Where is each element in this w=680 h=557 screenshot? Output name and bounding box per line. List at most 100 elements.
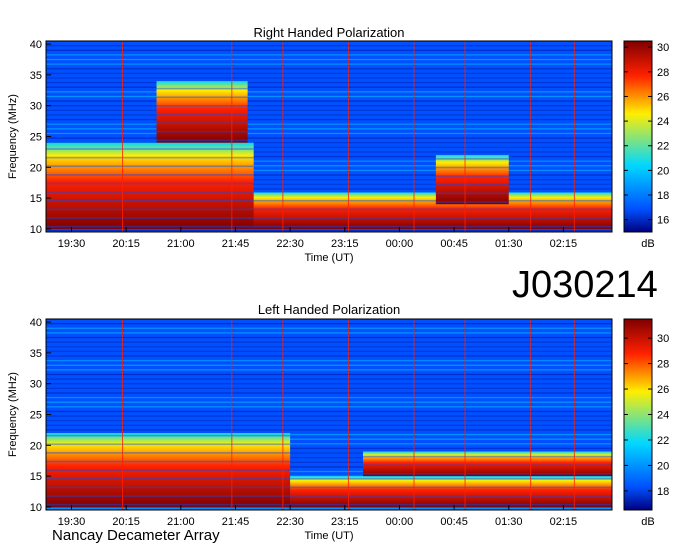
spectral-striation — [46, 392, 612, 394]
spectral-striation — [46, 118, 612, 121]
colorbar — [623, 318, 653, 511]
emission-gap — [46, 469, 291, 471]
emission-gap — [46, 477, 291, 480]
x-tick-label: 02:15 — [550, 516, 578, 528]
emission-gap — [435, 192, 509, 195]
emission-gap — [46, 495, 291, 497]
x-tick-label: 01:30 — [495, 516, 523, 528]
x-tick-label: 22:30 — [276, 238, 304, 250]
colorbar-tick-label: 26 — [657, 384, 669, 396]
spectral-striation — [46, 373, 612, 376]
spectral-striation — [46, 123, 612, 125]
spectral-striation — [46, 327, 612, 329]
spectral-striation — [46, 401, 612, 403]
y-tick-label: 20 — [30, 162, 42, 174]
emission-gap — [46, 191, 254, 193]
spectral-striation — [46, 109, 612, 111]
emission-gap — [290, 495, 612, 497]
emission-gap — [435, 166, 509, 169]
y-tick-label: 25 — [30, 132, 42, 144]
y-tick-label: 10 — [30, 224, 42, 236]
emission-gap — [46, 225, 254, 228]
emission-gap — [46, 443, 291, 446]
colorbar-tick-label: 22 — [657, 141, 669, 153]
x-tick-label: 00:00 — [386, 516, 414, 528]
emission-gap — [253, 225, 612, 228]
emission-gap — [156, 130, 248, 133]
colorbar-tick-label: 20 — [657, 460, 669, 472]
emission-gap — [253, 191, 612, 193]
spectral-striation — [46, 54, 612, 56]
emission-gap — [435, 158, 509, 160]
colorbar-tick-label: 30 — [657, 333, 669, 345]
chart-panel-2: Left Handed Polarization 10 15 20 25 30 35 40 Fr… — [7, 302, 669, 542]
colorbar-tick-label: 20 — [657, 165, 669, 177]
y-tick-label: 20 — [30, 440, 42, 452]
spectral-striation — [46, 350, 612, 353]
chart-panel-1: Right Handed Polarization 10 15 20 25 30 35 40 F… — [7, 25, 669, 264]
emission-gap — [46, 174, 254, 176]
emission-gap — [253, 217, 612, 219]
spectral-striation — [46, 346, 612, 348]
colorbar — [623, 40, 653, 233]
y-tick-label: 15 — [30, 471, 42, 483]
x-axis-label: Time (UT) — [304, 252, 353, 264]
emission-gap — [46, 165, 254, 168]
emission-gap — [46, 503, 291, 506]
emission-gap — [46, 208, 254, 211]
x-tick-label: 02:15 — [550, 238, 578, 250]
y-tick-label: 35 — [30, 348, 42, 360]
colorbar-tick-label: 18 — [657, 486, 669, 498]
spectral-striation — [46, 341, 612, 343]
emission-region — [435, 154, 509, 205]
colorbar-tick-label: 24 — [657, 116, 669, 128]
spectral-striation — [46, 355, 612, 357]
y-tick-label: 15 — [30, 193, 42, 205]
colorbar-tick-label: 26 — [657, 91, 669, 103]
emission-gap — [46, 148, 254, 150]
x-tick-label: 23:15 — [331, 238, 359, 250]
spectral-striation — [46, 332, 612, 334]
x-tick-label: 21:45 — [222, 238, 250, 250]
emission-gap — [156, 139, 248, 142]
spectral-striation — [46, 105, 612, 107]
spectral-striation — [46, 229, 612, 232]
emission-gap — [156, 87, 248, 90]
spectral-striation — [46, 387, 612, 389]
colorbar-tick-label: 28 — [657, 67, 669, 79]
colorbar-tick-label: 22 — [657, 435, 669, 447]
x-tick-label: 00:45 — [440, 238, 468, 250]
x-tick-label: 01:30 — [495, 238, 523, 250]
spectral-striation — [46, 410, 612, 413]
emission-gap — [46, 199, 254, 202]
colorbar-tick-label: 30 — [657, 42, 669, 54]
emission-region — [253, 191, 612, 229]
emission-gap — [290, 477, 612, 480]
emission-gap — [46, 452, 291, 454]
x-tick-label: 19:30 — [58, 238, 86, 250]
spectral-striation — [46, 336, 612, 339]
y-tick-label: 30 — [30, 101, 42, 113]
emission-gap — [435, 201, 509, 203]
colorbar-label: dB — [641, 516, 654, 528]
panel-title: Left Handed Polarization — [258, 302, 400, 317]
spectral-striation — [46, 72, 612, 75]
spectral-striation — [46, 86, 612, 88]
emission-gap — [46, 217, 254, 219]
emission-gap — [253, 208, 612, 211]
spectral-striation — [46, 81, 612, 84]
emission-gap — [46, 182, 254, 185]
spectral-striation — [46, 128, 612, 130]
spectral-striation — [46, 415, 612, 417]
y-tick-label: 25 — [30, 410, 42, 422]
emission-gap — [435, 183, 509, 186]
y-tick-label: 40 — [30, 39, 42, 51]
y-tick-label: 35 — [30, 70, 42, 82]
x-tick-label: 00:45 — [440, 516, 468, 528]
page: Right Handed Polarization 10 15 20 25 30 35 40 F… — [0, 0, 680, 552]
spectral-striation — [46, 77, 612, 79]
emission-region — [46, 142, 254, 229]
spectral-striation — [46, 49, 612, 51]
spectral-striation — [46, 323, 612, 325]
y-tick-label: 10 — [30, 502, 42, 514]
